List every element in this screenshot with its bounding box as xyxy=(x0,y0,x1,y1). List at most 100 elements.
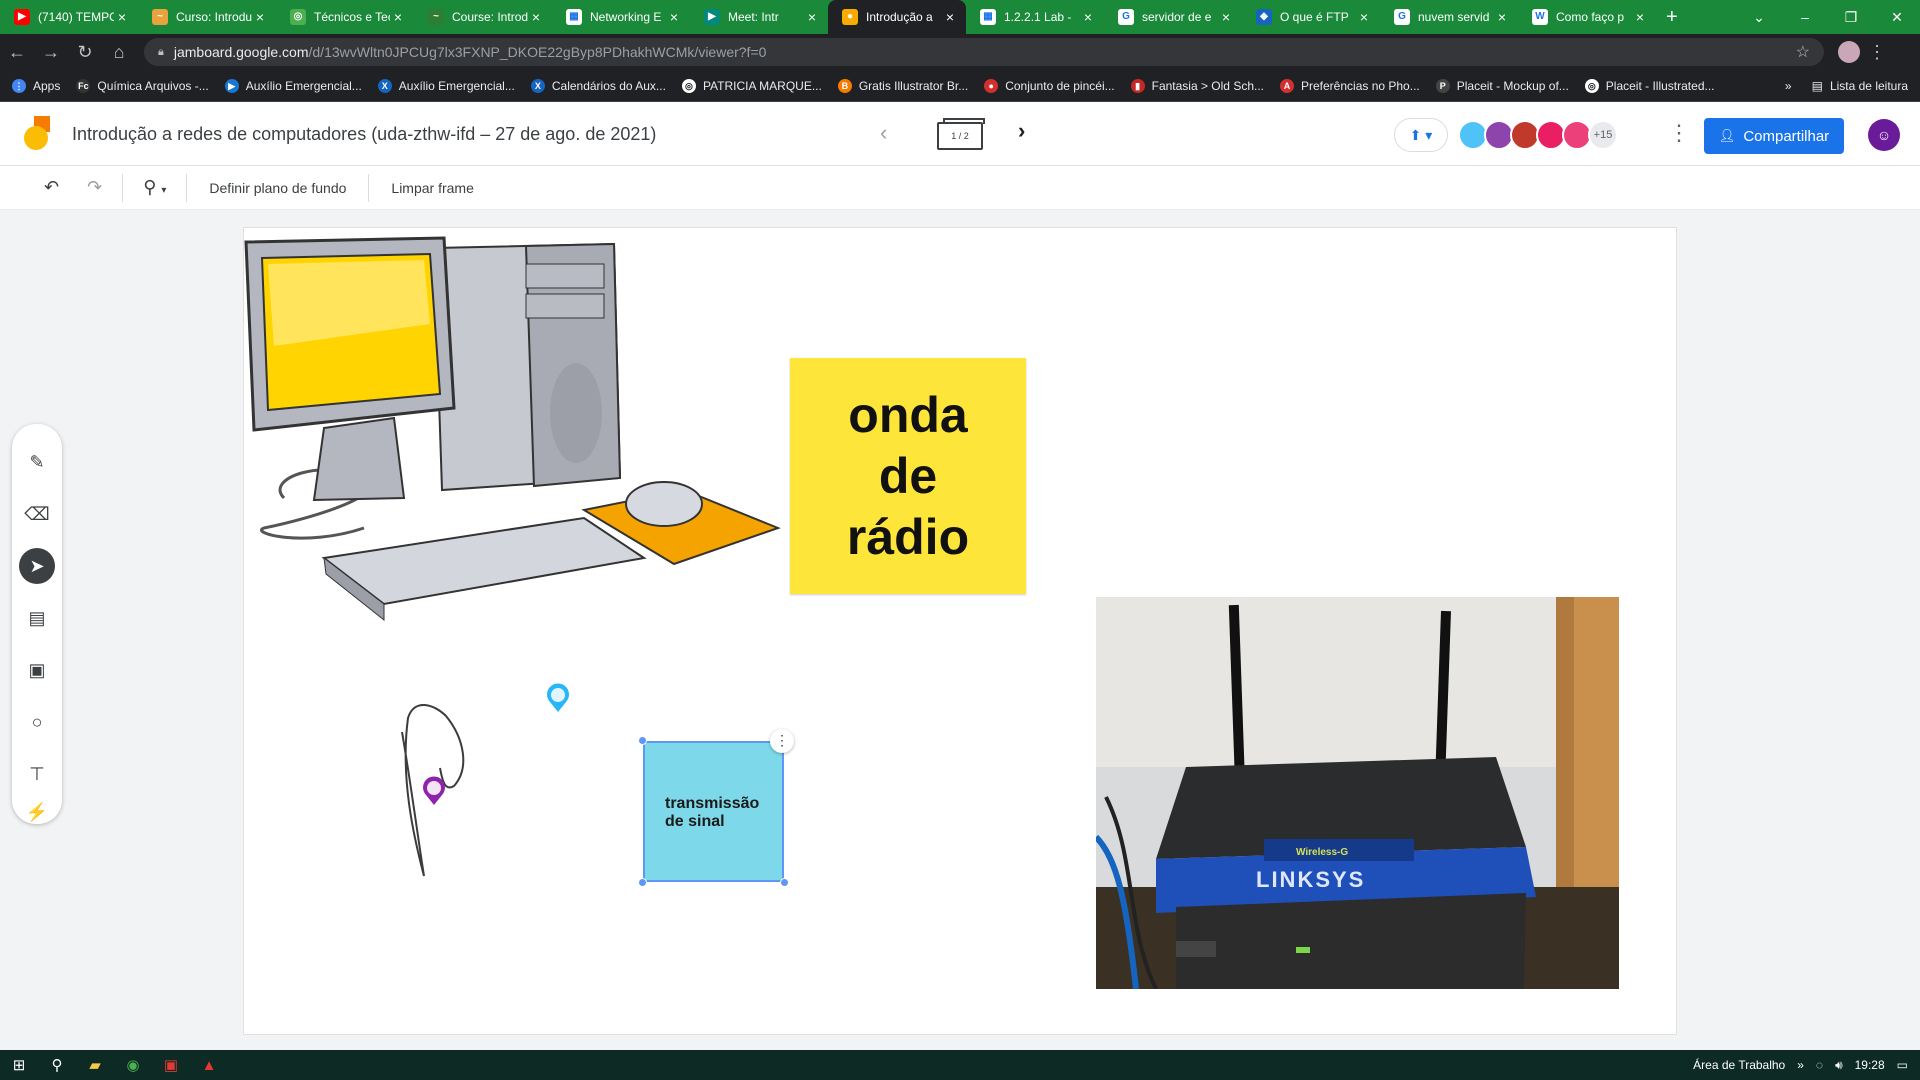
bookmark-item[interactable]: ▮ Fantasia > Old Sch... xyxy=(1130,78,1264,93)
browser-tab[interactable]: W Como faço p × xyxy=(1518,0,1656,34)
next-frame-icon[interactable]: › xyxy=(1018,118,1025,144)
redo-icon[interactable]: ↷ xyxy=(73,177,116,198)
router-photo[interactable]: Wireless-G LINKSYS xyxy=(1096,597,1619,989)
acrobat-icon[interactable]: ▲ xyxy=(190,1057,228,1074)
browser-tab[interactable]: ▶ Meet: Intr × xyxy=(690,0,828,34)
close-window-icon[interactable]: ✕ xyxy=(1874,9,1920,26)
browser-tab[interactable]: ▦ 1.2.2.1 Lab - × xyxy=(966,0,1104,34)
tab-title: Meet: Intr xyxy=(728,10,779,24)
browser-tab[interactable]: ● Introdução a × xyxy=(828,0,966,34)
browser-tab[interactable]: ◆ O que é FTP × xyxy=(1242,0,1380,34)
add-image-icon[interactable]: ▣ xyxy=(19,652,55,688)
app-icon[interactable]: ▣ xyxy=(152,1056,190,1074)
address-bar[interactable]: 🔒︎ jamboard.google.com/d/13wvWltn0JPCUg7… xyxy=(144,38,1824,66)
browser-tab-strip: ▶ (7140) TEMPO × ~ Curso: Introdu × ◎ Técnicos … xyxy=(0,0,1920,34)
browser-tab[interactable]: Gnuvem servid × xyxy=(1380,0,1518,34)
computer-clipart[interactable] xyxy=(244,228,804,628)
home-icon[interactable]: ⌂ xyxy=(102,42,136,63)
tab-close-icon[interactable]: × xyxy=(1494,9,1510,25)
bookmark-item[interactable]: B Gratis Illustrator Br... xyxy=(837,78,968,93)
bookmark-item[interactable]: ◎ Placeit - Illustrated... xyxy=(1584,78,1715,93)
resize-handle[interactable] xyxy=(638,878,647,887)
tab-close-icon[interactable]: × xyxy=(1356,9,1372,25)
sticky-note-icon[interactable]: ▤ xyxy=(19,600,55,636)
tab-close-icon[interactable]: × xyxy=(666,9,682,25)
set-background-button[interactable]: Definir plano de fundo xyxy=(193,180,362,196)
desktop-toolbar-label[interactable]: Área de Trabalho xyxy=(1693,1058,1785,1072)
chrome-menu-icon[interactable]: ⋮ xyxy=(1860,42,1894,63)
zoom-icon[interactable]: ⚲ ▾ xyxy=(129,177,180,198)
note-options-icon[interactable]: ⋮ xyxy=(770,729,794,753)
clear-frame-button[interactable]: Limpar frame xyxy=(375,180,489,196)
bookmark-item[interactable]: X Auxílio Emergencial... xyxy=(377,78,515,93)
eraser-icon[interactable]: ⌫ xyxy=(19,496,55,532)
resize-handle[interactable] xyxy=(638,736,647,745)
pen-icon[interactable]: ✎ xyxy=(19,444,55,480)
reading-list-label[interactable]: Lista de leitura xyxy=(1830,79,1908,93)
tab-close-icon[interactable]: × xyxy=(942,9,958,25)
account-avatar[interactable]: ☺ xyxy=(1868,119,1900,151)
browser-tab[interactable]: ▶ (7140) TEMPO × xyxy=(0,0,138,34)
collaborators[interactable]: +15 xyxy=(1458,120,1618,150)
browser-tab[interactable]: ~ Course: Introd × xyxy=(414,0,552,34)
bookmark-star-icon[interactable]: ☆ xyxy=(1796,42,1810,62)
notifications-icon[interactable]: ▭ xyxy=(1897,1058,1908,1072)
url-path: /d/13wvWltn0JPCUg7lx3FXNP_DKOE22gByp8PDh… xyxy=(308,44,767,60)
start-icon[interactable]: ⊞ xyxy=(0,1056,38,1074)
laser-icon[interactable]: ⚡ xyxy=(19,794,55,830)
forward-icon[interactable]: → xyxy=(34,42,68,63)
browser-tab[interactable]: ◎ Técnicos e Tec × xyxy=(276,0,414,34)
search-icon[interactable]: ⚲ xyxy=(38,1056,76,1074)
bookmark-item[interactable]: ● Conjunto de pincéi... xyxy=(984,78,1115,93)
circle-icon[interactable]: ○ xyxy=(19,704,55,740)
frame-bar-button[interactable]: 1 / 2 xyxy=(937,118,985,150)
back-icon[interactable]: ← xyxy=(0,42,34,63)
bookmark-item[interactable]: X Calendários do Aux... xyxy=(530,78,666,93)
router-brand-label: LINKSYS xyxy=(1256,867,1365,892)
present-button[interactable]: ⬆︎ ▾ xyxy=(1394,118,1448,152)
tab-close-icon[interactable]: × xyxy=(1080,9,1096,25)
undo-icon[interactable]: ↶ xyxy=(30,177,73,198)
bookmarks-overflow-icon[interactable]: » xyxy=(1785,79,1792,93)
chrome-icon[interactable]: ◉ xyxy=(114,1056,152,1074)
clock[interactable]: 19:28 xyxy=(1855,1058,1885,1072)
bookmark-item[interactable]: P Placeit - Mockup of... xyxy=(1435,78,1569,93)
minimize-icon[interactable]: – xyxy=(1782,9,1828,25)
tab-close-icon[interactable]: × xyxy=(114,9,130,25)
tab-close-icon[interactable]: × xyxy=(528,9,544,25)
browser-tab[interactable]: ▦ Networking E × xyxy=(552,0,690,34)
more-options-icon[interactable]: ⋮ xyxy=(1668,120,1690,146)
tab-close-icon[interactable]: × xyxy=(1218,9,1234,25)
text-box-icon[interactable]: ⊤ xyxy=(19,756,55,792)
select-icon[interactable]: ➤ xyxy=(19,548,55,584)
wifi-icon[interactable]: ◌ xyxy=(1816,1058,1823,1072)
chrome-profile-avatar[interactable] xyxy=(1838,41,1860,63)
tab-close-icon[interactable]: × xyxy=(1632,9,1648,25)
browser-tab[interactable]: Gservidor de e × xyxy=(1104,0,1242,34)
restore-icon[interactable]: ❐ xyxy=(1828,9,1874,26)
bookmark-item[interactable]: Fc Química Arquivos -... xyxy=(76,78,209,93)
share-button[interactable]: 👤︎ Compartilhar xyxy=(1704,118,1844,154)
jam-title[interactable]: Introdução a redes de computadores (uda-… xyxy=(72,124,656,145)
sticky-note-yellow[interactable]: onda de rádio xyxy=(790,358,1026,594)
resize-handle[interactable] xyxy=(780,878,789,887)
prev-frame-icon[interactable]: ‹ xyxy=(880,120,887,146)
tab-close-icon[interactable]: × xyxy=(390,9,406,25)
tray-overflow-icon[interactable]: » xyxy=(1797,1058,1804,1072)
bookmark-item[interactable]: ▶ Auxílio Emergencial... xyxy=(224,78,362,93)
bookmark-item[interactable]: ⋮ Apps xyxy=(12,78,60,93)
reload-icon[interactable]: ↻ xyxy=(68,42,102,63)
volume-icon[interactable]: 🔊︎ xyxy=(1835,1058,1843,1073)
reading-list-icon[interactable]: ▤ xyxy=(1812,79,1823,93)
bookmark-item[interactable]: ◎ PATRICIA MARQUE... xyxy=(681,78,822,93)
tab-close-icon[interactable]: × xyxy=(804,9,820,25)
bookmark-item[interactable]: A Preferências no Pho... xyxy=(1280,78,1420,93)
jam-frame[interactable]: onda de rádio transmissão de sinal ⋮ Wir… xyxy=(244,228,1676,1034)
tab-search-icon[interactable]: ⌄ xyxy=(1736,9,1782,26)
sticky-note-blue[interactable]: transmissão de sinal xyxy=(643,741,784,882)
new-tab-icon[interactable]: + xyxy=(1666,0,1678,34)
browser-tab[interactable]: ~ Curso: Introdu × xyxy=(138,0,276,34)
collaborators-more[interactable]: +15 xyxy=(1588,120,1618,150)
file-explorer-icon[interactable]: ▰ xyxy=(76,1056,114,1074)
tab-close-icon[interactable]: × xyxy=(252,9,268,25)
